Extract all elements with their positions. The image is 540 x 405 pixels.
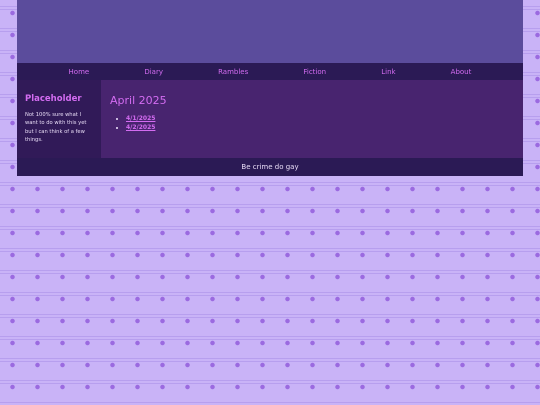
top-nav: Home Diary Rambles Fiction Link About bbox=[17, 63, 523, 80]
site-container: Home Diary Rambles Fiction Link About Pl… bbox=[17, 0, 523, 176]
list-item: 4/1/2025 bbox=[126, 114, 514, 123]
header-banner bbox=[17, 0, 523, 63]
sidebar: Placeholder Not 100% sure what I want to… bbox=[17, 80, 101, 158]
nav-link-fiction[interactable]: Fiction bbox=[303, 68, 326, 76]
footer-text: Be crime do gay bbox=[241, 163, 299, 171]
entry-list: 4/1/2025 4/2/2025 bbox=[110, 114, 514, 132]
main-area: Placeholder Not 100% sure what I want to… bbox=[17, 80, 523, 158]
nav-link-diary[interactable]: Diary bbox=[144, 68, 163, 76]
nav-link-link[interactable]: Link bbox=[381, 68, 395, 76]
entry-link[interactable]: 4/2/2025 bbox=[126, 124, 155, 131]
nav-link-rambles[interactable]: Rambles bbox=[218, 68, 248, 76]
entry-link[interactable]: 4/1/2025 bbox=[126, 115, 155, 122]
sidebar-text: Not 100% sure what I want to do with thi… bbox=[25, 112, 87, 144]
sidebar-title: Placeholder bbox=[25, 94, 82, 104]
content-panel: April 2025 4/1/2025 4/2/2025 bbox=[101, 80, 523, 158]
page-title: April 2025 bbox=[110, 94, 167, 107]
nav-link-home[interactable]: Home bbox=[69, 68, 90, 76]
nav-link-about[interactable]: About bbox=[451, 68, 472, 76]
footer: Be crime do gay bbox=[17, 158, 523, 176]
list-item: 4/2/2025 bbox=[126, 123, 514, 132]
